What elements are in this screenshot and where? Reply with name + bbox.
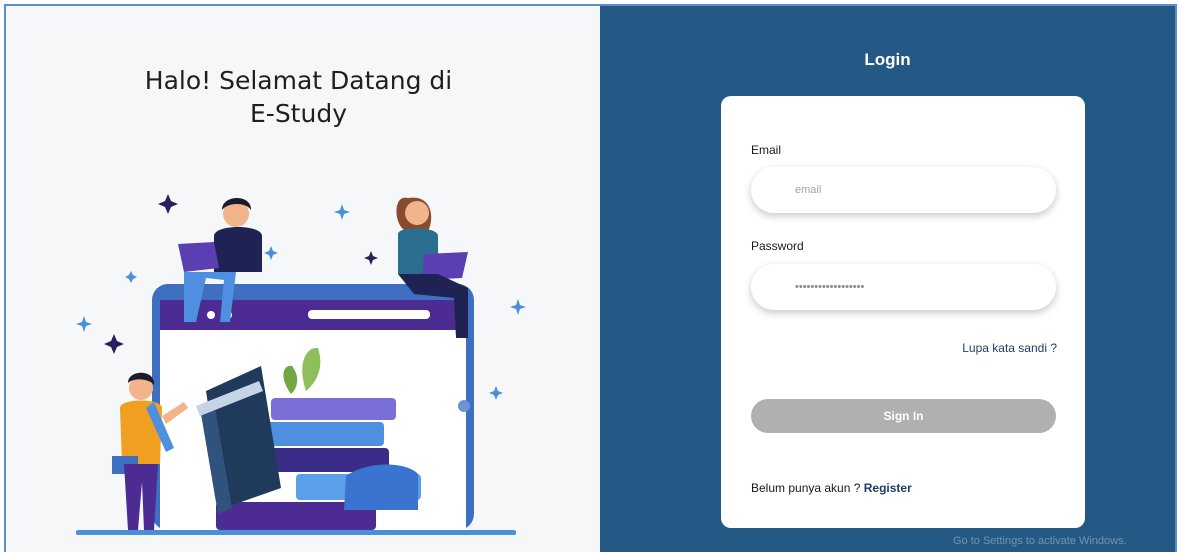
students-illustration [76,194,526,535]
book [271,398,396,420]
laptop [178,242,219,272]
activation-watermark-title: Activate Windows [953,512,1080,529]
password-input[interactable] [751,264,1056,310]
activation-watermark-hint: Go to Settings to activate Windows. [953,535,1127,547]
forgot-password-link[interactable]: Lupa kata sandi ? [962,341,1057,355]
page-frame: Halo! Selamat Datang di E-Study Login Em… [4,4,1177,552]
email-label: Email [751,143,782,157]
welcome-line-2: E-Study [250,99,347,128]
register-link[interactable]: Register [864,481,912,495]
sign-in-button[interactable]: Sign In [751,399,1056,433]
email-input[interactable] [751,167,1056,213]
password-label: Password [751,239,804,253]
welcome-heading: Halo! Selamat Datang di E-Study [106,64,491,130]
stapler [344,464,418,510]
login-card: Email Password Lupa kata sandi ? Sign In… [721,96,1085,528]
welcome-line-1: Halo! Selamat Datang di [144,66,453,95]
no-account-text: Belum punya akun ? Register [751,481,912,495]
login-panel: Login Email Password Lupa kata sandi ? S… [600,6,1175,552]
welcome-panel: Halo! Selamat Datang di E-Study [6,6,600,552]
login-title: Login [864,50,911,69]
no-account-label: Belum punya akun ? [751,481,861,495]
